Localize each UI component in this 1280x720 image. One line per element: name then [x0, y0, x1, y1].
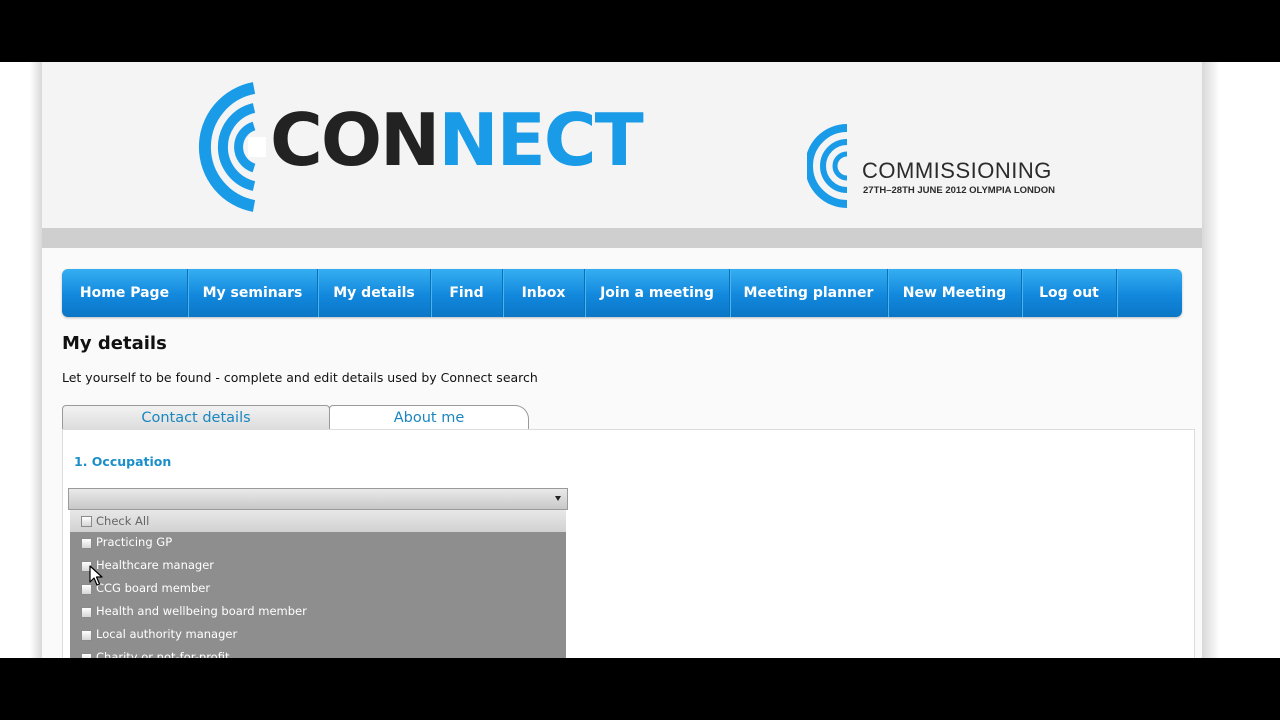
option-label: Local authority manager [96, 627, 238, 641]
chevron-down-icon [555, 496, 561, 501]
nav-home-page[interactable]: Home Page [62, 269, 188, 317]
page: CONNECT COMMISSIONING 27TH–28TH JUNE 201… [42, 62, 1202, 658]
option-healthcare-manager[interactable]: Healthcare manager [70, 555, 566, 578]
checkbox-check-all[interactable] [81, 516, 92, 527]
checkbox-practicing-gp[interactable] [81, 538, 92, 549]
browser-viewport: CONNECT COMMISSIONING 27TH–28TH JUNE 201… [0, 62, 1280, 658]
nav-join-meeting[interactable]: Join a meeting [585, 269, 730, 317]
nav-meeting-planner[interactable]: Meeting planner [730, 269, 888, 317]
nav-new-meeting[interactable]: New Meeting [888, 269, 1022, 317]
page-shadow-left [30, 62, 42, 658]
checkbox-local-authority-manager[interactable] [81, 630, 92, 641]
connect-logo[interactable]: CONNECT [192, 82, 644, 212]
page-title: My details [62, 333, 167, 354]
header: CONNECT COMMISSIONING 27TH–28TH JUNE 201… [42, 62, 1202, 228]
checkbox-health-wellbeing-board-member[interactable] [81, 607, 92, 618]
nav-my-details[interactable]: My details [318, 269, 431, 317]
main-content: Home Page My seminars My details Find In… [42, 248, 1202, 658]
connect-wordmark-blue: NECT [438, 98, 643, 182]
page-shadow-right [1202, 62, 1220, 658]
page-subtitle: Let yourself to be found - complete and … [62, 370, 538, 385]
occupation-section-label: 1. Occupation [74, 454, 172, 469]
commissioning-logo[interactable]: COMMISSIONING 27TH–28TH JUNE 2012 OLYMPI… [807, 122, 1067, 212]
tab-contact-details[interactable]: Contact details [62, 405, 330, 430]
main-nav: Home Page My seminars My details Find In… [62, 269, 1182, 317]
nav-my-seminars[interactable]: My seminars [188, 269, 318, 317]
nav-log-out[interactable]: Log out [1022, 269, 1117, 317]
about-me-panel: 1. Occupation Check All Practicing GP He… [62, 429, 1195, 658]
option-health-wellbeing-board-member[interactable]: Health and wellbeing board member [70, 601, 566, 624]
commissioning-dates: 27TH–28TH JUNE 2012 OLYMPIA LONDON [863, 185, 1055, 196]
connect-wordmark-dark: CON [270, 98, 440, 182]
connect-wordmark: CONNECT [270, 104, 644, 176]
commissioning-title: COMMISSIONING [862, 158, 1052, 183]
option-label: Practicing GP [96, 535, 173, 549]
checkbox-healthcare-manager[interactable] [81, 561, 92, 572]
nav-inbox[interactable]: Inbox [503, 269, 585, 317]
option-check-all[interactable]: Check All [70, 510, 566, 532]
option-label: Check All [96, 514, 150, 528]
occupation-dropdown[interactable] [68, 488, 568, 510]
option-practicing-gp[interactable]: Practicing GP [70, 532, 566, 555]
checkbox-charity-not-for-profit[interactable] [81, 653, 92, 658]
header-divider-bar [42, 228, 1202, 248]
option-label: Healthcare manager [96, 558, 215, 572]
commissioning-swirl-icon [807, 124, 848, 208]
tab-about-me[interactable]: About me [329, 405, 529, 430]
option-local-authority-manager[interactable]: Local authority manager [70, 624, 566, 647]
connect-swirl-icon [198, 82, 266, 212]
option-label: Health and wellbeing board member [96, 604, 307, 618]
nav-find[interactable]: Find [431, 269, 503, 317]
option-ccg-board-member[interactable]: CCG board member [70, 578, 566, 601]
option-charity-not-for-profit[interactable]: Charity or not-for-profit [70, 647, 566, 658]
occupation-options-list[interactable]: Check All Practicing GP Healthcare manag… [70, 510, 566, 658]
checkbox-ccg-board-member[interactable] [81, 584, 92, 595]
option-label: CCG board member [96, 581, 211, 595]
option-label: Charity or not-for-profit [96, 650, 230, 658]
